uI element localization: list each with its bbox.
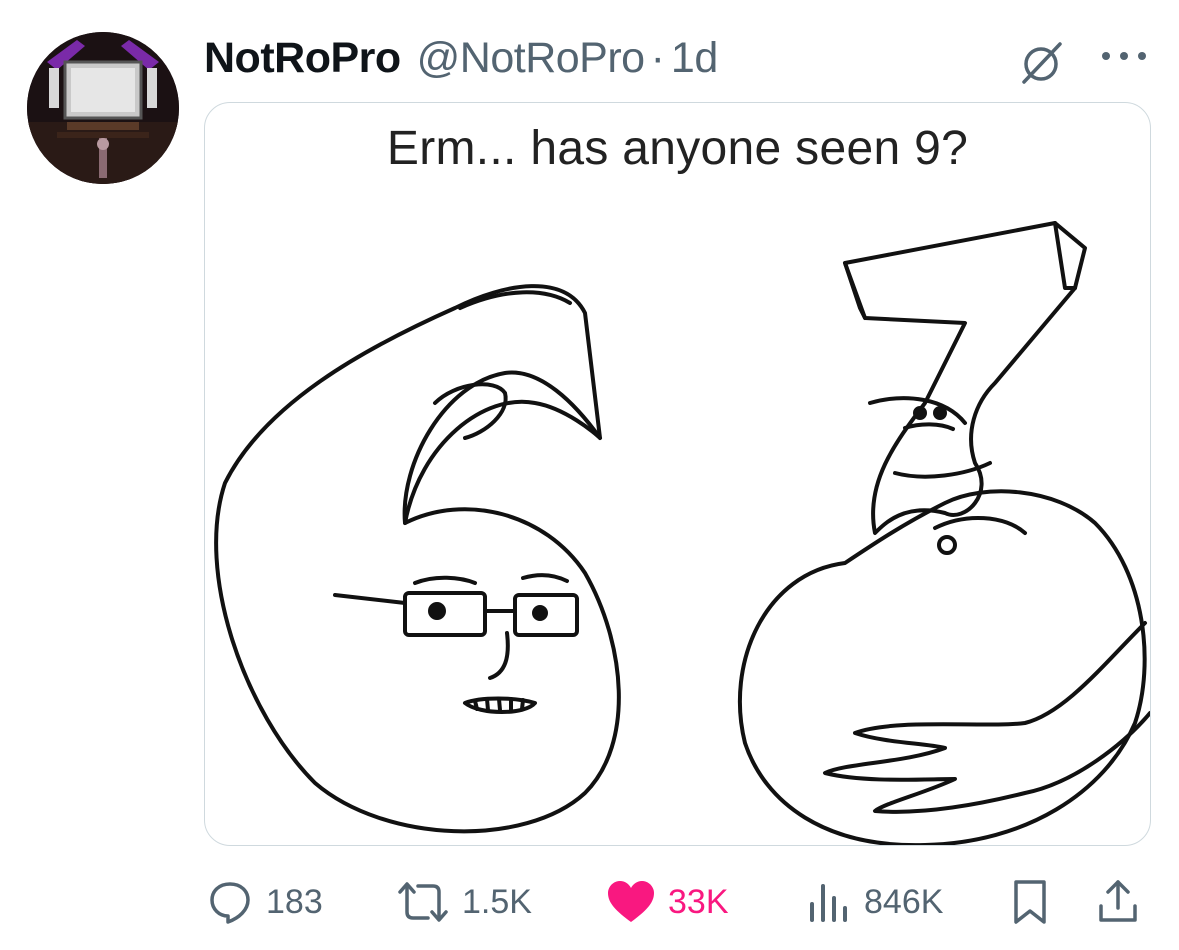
more-icon[interactable] bbox=[1098, 46, 1150, 66]
heart-icon bbox=[608, 881, 654, 922]
repost-button[interactable]: 1.5K bbox=[396, 872, 532, 932]
repost-icon bbox=[398, 882, 448, 922]
reply-count: 183 bbox=[266, 882, 323, 921]
author-handle[interactable]: @NotRoPro bbox=[417, 34, 645, 83]
tweet-timestamp[interactable]: 1d bbox=[671, 34, 718, 83]
tweet-action-bar: 183 1.5K 33K 846K bbox=[0, 872, 1179, 932]
bookmark-icon bbox=[1014, 880, 1046, 924]
avatar-image bbox=[27, 32, 179, 184]
reply-button[interactable]: 183 bbox=[206, 872, 323, 932]
tweet-header: NotRoPro @NotRoPro · 1d bbox=[204, 28, 718, 88]
share-button[interactable] bbox=[1096, 872, 1140, 932]
bookmark-button[interactable] bbox=[1010, 872, 1050, 932]
views-button[interactable]: 846K bbox=[806, 872, 943, 932]
views-count: 846K bbox=[864, 882, 944, 921]
meme-caption: Erm... has anyone seen 9? bbox=[386, 122, 969, 175]
tweet-media-image[interactable]: Erm... has anyone seen 9? bbox=[204, 102, 1151, 846]
repost-count: 1.5K bbox=[462, 882, 532, 921]
grok-icon[interactable] bbox=[1016, 38, 1066, 88]
avatar[interactable] bbox=[27, 32, 179, 184]
like-count: 33K bbox=[668, 882, 729, 921]
share-icon bbox=[1099, 880, 1137, 922]
views-icon bbox=[810, 884, 847, 922]
like-button[interactable]: 33K bbox=[606, 872, 729, 932]
reply-icon bbox=[210, 882, 250, 924]
author-display-name[interactable]: NotRoPro bbox=[204, 34, 401, 83]
meme-drawing bbox=[214, 221, 1150, 845]
separator-dot: · bbox=[650, 33, 665, 82]
